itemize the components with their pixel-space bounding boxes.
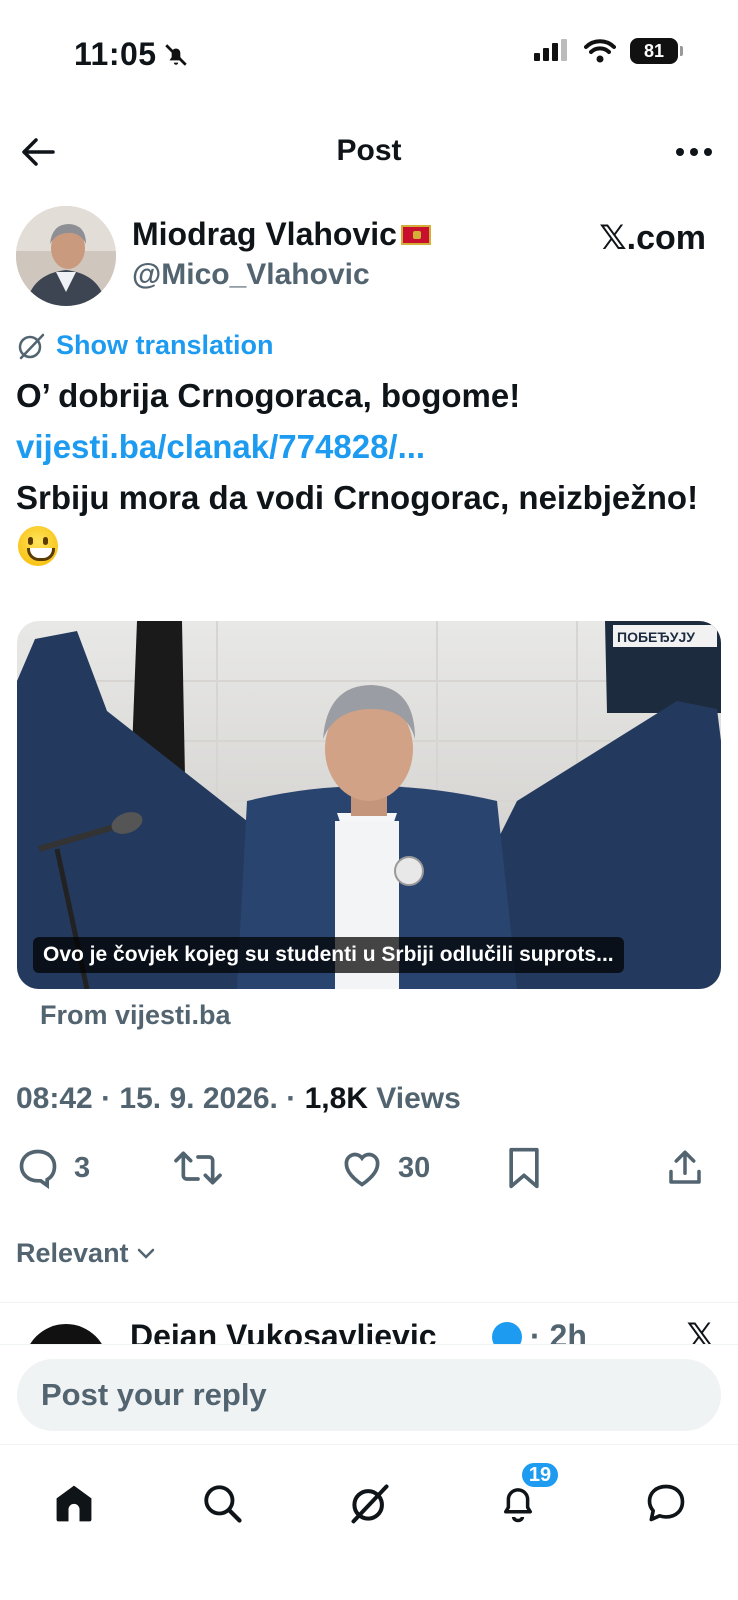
post-line-1: O’ dobrija Crnogoraca, bogome! xyxy=(16,377,521,414)
post-time: 08:42 xyxy=(16,1082,93,1115)
heart-icon xyxy=(344,1152,380,1187)
divider xyxy=(0,1302,738,1303)
reply-author-name[interactable]: Dejan Vukosavljevic xyxy=(130,1318,437,1344)
reply-count: 3 xyxy=(74,1151,91,1184)
page-title: Post xyxy=(336,134,402,167)
show-translation-label: Show translation xyxy=(56,330,274,360)
more-options-button[interactable] xyxy=(672,132,716,172)
like-button[interactable]: 30 xyxy=(340,1146,430,1190)
chevron-down-icon xyxy=(137,1248,154,1259)
media-caption: Ovo je čovjek kojeg su studenti u Srbiji… xyxy=(33,937,624,973)
reply-button[interactable]: 3 xyxy=(16,1146,90,1190)
views-label: Views xyxy=(376,1082,461,1115)
meta-separator: · xyxy=(101,1082,112,1115)
post-date: 15. 9. 2026. xyxy=(119,1082,278,1115)
status-right: 81 xyxy=(534,38,683,64)
reply-time: · 2h xyxy=(530,1318,587,1344)
sort-label: Relevant xyxy=(16,1238,129,1268)
post-line-2: Srbiju mora da vodi Crnogorac, neizbježn… xyxy=(16,479,699,516)
avatar[interactable] xyxy=(16,206,116,306)
like-count: 30 xyxy=(398,1151,431,1184)
reply-composer xyxy=(0,1344,738,1444)
avatar-photo xyxy=(16,206,116,306)
post-meta: 08:42 · 15. 9. 2026. · 1,8K Views xyxy=(16,1082,461,1116)
home-icon xyxy=(56,1485,92,1522)
link-preview-card[interactable]: ПОБЕЂУЈУ Ovo je čovjek kojeg su studenti… xyxy=(17,621,721,989)
share-button[interactable] xyxy=(664,1146,706,1190)
grok-icon xyxy=(351,1484,389,1524)
bookmark-icon xyxy=(509,1147,539,1189)
post-text: O’ dobrija Crnogoraca, bogome! vijesti.b… xyxy=(16,370,716,574)
nav-notifications[interactable]: 19 xyxy=(488,1461,560,1533)
repost-button[interactable] xyxy=(174,1146,222,1190)
search-icon xyxy=(204,1485,242,1523)
clock: 11:05 xyxy=(74,36,157,72)
nav-messages[interactable] xyxy=(636,1473,696,1533)
nav-grok[interactable] xyxy=(340,1473,400,1533)
reply-icon xyxy=(19,1149,57,1189)
verified-badge-icon xyxy=(492,1322,522,1344)
header: Post xyxy=(0,120,738,184)
notifications-badge: 19 xyxy=(520,1461,560,1489)
bell-slash-icon xyxy=(164,43,187,66)
author-block: Miodrag Vlahovic @Mico_Vlahovic 𝕏.com xyxy=(16,206,722,306)
status-bar: 11:05 81 xyxy=(0,0,738,110)
preview-image: ПОБЕЂУЈУ xyxy=(17,621,721,989)
action-bar: 3 30 xyxy=(16,1146,722,1196)
nav-search[interactable] xyxy=(192,1473,252,1533)
battery-level: 81 xyxy=(643,40,665,61)
repost-icon xyxy=(174,1151,222,1185)
grinning-emoji-icon xyxy=(18,526,58,566)
reply-input[interactable] xyxy=(17,1359,721,1431)
author-name[interactable]: Miodrag Vlahovic xyxy=(132,216,431,253)
post-link[interactable]: vijesti.ba/clanak/774828/... xyxy=(16,421,716,472)
bookmark-button[interactable] xyxy=(504,1146,544,1190)
views-count: 1,8K xyxy=(304,1082,368,1115)
reply-avatar[interactable] xyxy=(24,1324,108,1344)
more-icon xyxy=(676,148,712,156)
wifi-icon xyxy=(584,39,616,63)
signal-icon xyxy=(534,39,567,61)
nav-home[interactable] xyxy=(44,1473,104,1533)
status-time: 11:05 xyxy=(74,36,189,73)
from-source[interactable]: From vijesti.ba xyxy=(40,1000,231,1031)
battery-indicator: 81 xyxy=(630,38,683,64)
sign-text: ПОБЕЂУЈУ xyxy=(617,629,695,645)
montenegro-flag-icon xyxy=(400,224,431,245)
bottom-nav: 19 xyxy=(0,1444,738,1600)
share-icon xyxy=(669,1150,701,1184)
show-translation-button[interactable]: Show translation xyxy=(16,330,274,361)
source-label: 𝕏.com xyxy=(599,219,706,257)
meta-separator: · xyxy=(286,1082,297,1115)
author-handle[interactable]: @Mico_Vlahovic xyxy=(132,258,370,292)
reply-source: 𝕏 xyxy=(686,1317,714,1344)
reply-preview[interactable]: Dejan Vukosavljevic · 2h 𝕏 xyxy=(0,1304,738,1344)
chat-bubble-icon xyxy=(647,1484,685,1522)
author-name-text: Miodrag Vlahovic xyxy=(132,216,397,252)
sort-replies-button[interactable]: Relevant xyxy=(16,1238,155,1269)
grok-icon xyxy=(18,333,45,359)
